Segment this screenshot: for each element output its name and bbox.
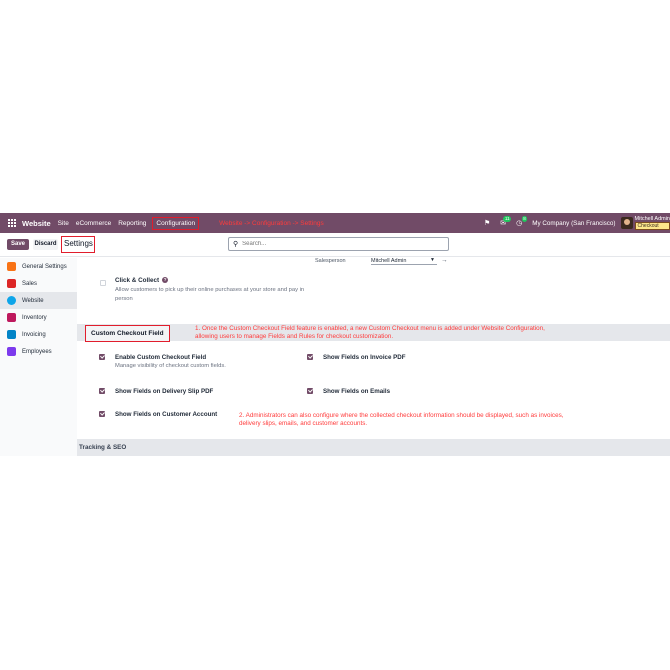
sidebar-item-employees[interactable]: Employees <box>0 343 77 360</box>
delivery-slip-checkbox[interactable] <box>99 388 105 394</box>
enable-custom-checkout-label: Enable Custom Checkout Field <box>115 354 207 361</box>
control-panel: Save Discard Settings ⚲ <box>0 233 670 257</box>
sales-app-icon <box>7 279 16 288</box>
emails-checkbox[interactable] <box>307 388 313 394</box>
menu-ecommerce[interactable]: eCommerce <box>76 220 111 227</box>
database-badge: Checkout <box>634 222 670 230</box>
sidebar-item-label: Inventory <box>22 314 47 321</box>
search-input[interactable] <box>242 241 433 247</box>
inventory-app-icon <box>7 313 16 322</box>
tracking-seo-section-title: Tracking & SEO <box>79 444 127 451</box>
sidebar-item-label: General Settings <box>22 263 67 270</box>
messages-badge: 11 <box>503 216 512 222</box>
sidebar-item-label: Invoicing <box>22 331 46 338</box>
navigation-path-annotation: Website -> Configuration -> Settings <box>219 219 324 227</box>
discard-button[interactable]: Discard <box>33 239 58 250</box>
navbar-systray: ⚑ ✉ 11 ◷ 8 My Company (San Francisco) Mitc… <box>484 213 670 233</box>
custom-checkout-section-title: Custom Checkout Field <box>85 325 170 342</box>
save-button[interactable]: Save <box>7 239 29 250</box>
delivery-slip-label: Show Fields on Delivery Slip PDF <box>115 388 214 395</box>
customer-account-checkbox[interactable] <box>99 411 105 417</box>
click-collect-title: Click & Collect? <box>115 277 169 284</box>
avatar[interactable] <box>620 217 633 229</box>
apps-menu-icon[interactable] <box>8 219 16 227</box>
bell-icon[interactable]: ⚑ <box>484 219 490 227</box>
search-box[interactable]: ⚲ <box>228 237 449 251</box>
employees-app-icon <box>7 347 16 356</box>
click-collect-checkbox[interactable] <box>100 280 106 286</box>
enable-custom-checkout-checkbox[interactable] <box>99 354 105 360</box>
internal-link-arrow-icon[interactable]: → <box>441 257 448 264</box>
enable-custom-checkout-desc: Manage visibility of checkout custom fie… <box>115 363 226 369</box>
settings-content: Salesperson Mitchell Admin ▼ → Click & C… <box>77 257 670 456</box>
sidebar-item-sales[interactable]: Sales <box>0 275 77 292</box>
messages-icon[interactable]: ✉ 11 <box>500 216 512 227</box>
page-title: Settings <box>61 236 95 253</box>
invoicing-app-icon <box>7 330 16 339</box>
sidebar-item-general-settings[interactable]: General Settings <box>0 258 77 275</box>
settings-app-icon <box>7 262 16 271</box>
customer-account-label: Show Fields on Customer Account <box>115 411 218 418</box>
sidebar-item-label: Sales <box>22 280 38 287</box>
click-collect-description: Allow customers to pick up their online … <box>115 287 305 302</box>
annotation-display-locations: 2. Administrators can also configure whe… <box>239 412 564 427</box>
odoo-settings-screen: Website Site eCommerce Reporting Configu… <box>0 213 670 456</box>
app-name[interactable]: Website <box>22 219 51 228</box>
sidebar-item-website[interactable]: Website <box>0 292 77 309</box>
emails-label: Show Fields on Emails <box>323 388 391 395</box>
salesperson-select[interactable]: Mitchell Admin ▼ <box>371 257 437 265</box>
company-switcher[interactable]: My Company (San Francisco) <box>532 220 615 227</box>
user-menu[interactable]: Mitchell Admin Checkout <box>634 216 670 230</box>
sidebar-item-label: Employees <box>22 348 52 355</box>
salesperson-value: Mitchell Admin <box>371 258 407 264</box>
annotation-custom-checkout-menu: 1. Once the Custom Checkout Field featur… <box>195 325 545 340</box>
settings-sidebar: General Settings Sales Website Inventory… <box>0 258 77 456</box>
website-app-icon <box>7 296 16 305</box>
sidebar-item-inventory[interactable]: Inventory <box>0 309 77 326</box>
help-icon[interactable]: ? <box>162 277 169 283</box>
top-navbar: Website Site eCommerce Reporting Configu… <box>0 213 670 233</box>
sidebar-item-invoicing[interactable]: Invoicing <box>0 326 77 343</box>
search-icon: ⚲ <box>233 241 239 248</box>
invoice-pdf-checkbox[interactable] <box>307 354 313 360</box>
click-collect-label: Click & Collect <box>115 277 160 284</box>
caret-down-icon: ▼ <box>430 257 435 263</box>
tracking-seo-section-header <box>77 439 670 456</box>
menu-reporting[interactable]: Reporting <box>118 220 146 227</box>
activity-clock-icon[interactable]: ◷ 8 <box>516 216 528 227</box>
invoice-pdf-label: Show Fields on Invoice PDF <box>323 354 406 361</box>
menu-site[interactable]: Site <box>58 220 69 227</box>
salesperson-label: Salesperson <box>315 258 346 264</box>
menu-configuration[interactable]: Configuration <box>152 216 200 230</box>
activity-badge: 8 <box>521 216 528 222</box>
sidebar-item-label: Website <box>22 297 44 304</box>
